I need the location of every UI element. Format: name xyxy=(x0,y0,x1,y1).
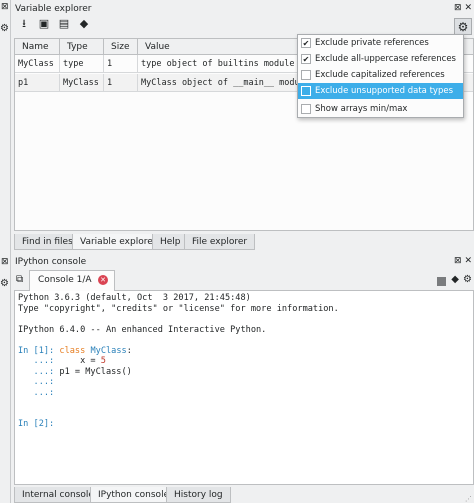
ipython-console-title: IPython console xyxy=(15,257,87,267)
checkbox[interactable] xyxy=(301,70,311,80)
menu-item-exclude-unsupported[interactable]: Exclude unsupported data types xyxy=(298,83,463,99)
checkbox[interactable] xyxy=(301,104,311,114)
menu-item-label: Exclude private references xyxy=(315,38,429,48)
left-dock-strip: ⊠ ⚙ ⊠ ⚙ xyxy=(0,0,11,503)
gear-icon: ⚙ xyxy=(457,20,469,34)
menu-item-label: Show arrays min/max xyxy=(315,104,408,114)
checkbox[interactable]: ✔ xyxy=(301,54,311,64)
cell-size: 1 xyxy=(104,74,138,92)
column-header-size[interactable]: Size xyxy=(104,39,138,55)
console-line: In [2]: xyxy=(18,419,55,429)
close-icon[interactable]: ⊠ xyxy=(1,257,9,267)
download-icon[interactable]: ⭳ xyxy=(16,16,32,32)
browse-tabs-icon[interactable]: ⧉ xyxy=(16,274,23,285)
cell-name: MyClass xyxy=(15,55,60,73)
close-icon[interactable]: ✕ xyxy=(98,275,108,285)
tab-history-log[interactable]: History log xyxy=(166,487,231,503)
variable-explorer-options-menu: ✔ Exclude private references ✔ Exclude a… xyxy=(297,34,464,118)
menu-item-label: Exclude capitalized references xyxy=(315,70,445,80)
tab-find-in-files[interactable]: Find in files xyxy=(14,234,81,250)
eraser-icon[interactable]: ◆ xyxy=(451,274,459,285)
cell-size: 1 xyxy=(104,55,138,73)
console-line: Python 3.6.3 (default, Oct 3 2017, 21:45… xyxy=(18,293,251,303)
variable-explorer-toolbar: ⭳ ▣ ▤ ◆ xyxy=(14,16,472,36)
console-line: In [1]: class MyClass: xyxy=(18,345,132,356)
menu-item-exclude-all-uppercase[interactable]: ✔ Exclude all-uppercase references xyxy=(298,51,463,67)
variable-explorer-title: Variable explorer xyxy=(15,4,92,14)
checkbox[interactable] xyxy=(301,86,311,96)
console-line: ...: x = 5 xyxy=(18,356,106,366)
cell-name: p1 xyxy=(15,74,60,92)
console-tab-label: Console 1/A xyxy=(38,275,92,285)
gear-icon[interactable]: ⚙ xyxy=(0,278,9,289)
ipython-console-output[interactable]: Python 3.6.3 (default, Oct 3 2017, 21:45… xyxy=(14,291,474,485)
checkbox[interactable]: ✔ xyxy=(301,38,311,48)
column-header-type[interactable]: Type xyxy=(60,39,104,55)
gear-icon[interactable]: ⚙ xyxy=(0,23,9,34)
console-tab-bar: ⧉ Console 1/A ✕ ◆ ⚙ xyxy=(14,268,474,291)
options-gear-button[interactable]: ⚙ xyxy=(454,18,472,35)
console-line: ...: xyxy=(18,377,55,387)
menu-item-show-arrays-minmax[interactable]: Show arrays min/max xyxy=(298,101,463,117)
resize-grip-icon[interactable]: ⋰ xyxy=(465,495,472,503)
pane-window-buttons[interactable]: ⊠ ✕ xyxy=(454,3,472,13)
save-as-icon[interactable]: ▤ xyxy=(56,16,72,32)
menu-item-label: Exclude all-uppercase references xyxy=(315,54,456,64)
pane-window-buttons[interactable]: ⊠ ✕ xyxy=(454,256,472,266)
tab-variable-explorer[interactable]: Variable explorer xyxy=(72,234,165,250)
close-icon[interactable]: ⊠ xyxy=(1,2,9,12)
tab-internal-console[interactable]: Internal console xyxy=(14,487,102,503)
gear-icon[interactable]: ⚙ xyxy=(463,274,472,285)
console-line: ...: xyxy=(18,387,55,398)
menu-item-exclude-capitalized[interactable]: Exclude capitalized references xyxy=(298,67,463,83)
console-line: ...: p1 = MyClass() xyxy=(18,366,132,377)
eraser-icon[interactable]: ◆ xyxy=(76,16,92,32)
cell-type: MyClass xyxy=(60,74,104,92)
console-line: IPython 6.4.0 -- An enhanced Interactive… xyxy=(18,324,267,335)
menu-item-label: Exclude unsupported data types xyxy=(315,86,454,96)
tab-file-explorer[interactable]: File explorer xyxy=(184,234,256,250)
menu-item-exclude-private[interactable]: ✔ Exclude private references xyxy=(298,35,463,51)
column-header-name[interactable]: Name xyxy=(15,39,60,55)
console-line: Type "copyright", "credits" or "license"… xyxy=(18,303,339,314)
cell-type: type xyxy=(60,55,104,73)
save-icon[interactable]: ▣ xyxy=(36,16,52,32)
stop-icon[interactable] xyxy=(437,277,446,286)
console-tab[interactable]: Console 1/A ✕ xyxy=(29,270,115,291)
tab-ipython-console[interactable]: IPython console xyxy=(90,487,178,503)
